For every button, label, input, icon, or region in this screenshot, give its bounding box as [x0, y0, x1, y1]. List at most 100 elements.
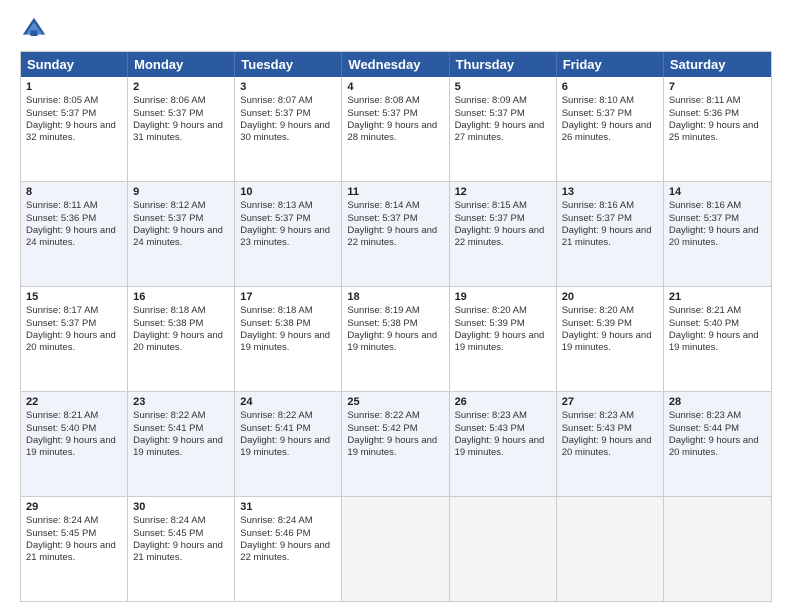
sunrise-text: Sunrise: 8:19 AM: [347, 305, 419, 316]
daylight-text: Daylight: 9 hours and 19 minutes.: [455, 330, 545, 353]
daylight-text: Daylight: 9 hours and 28 minutes.: [347, 120, 437, 143]
calendar-cell: 19 Sunrise: 8:20 AM Sunset: 5:39 PM Dayl…: [450, 287, 557, 391]
sunset-text: Sunset: 5:37 PM: [133, 108, 203, 119]
day-number: 23: [133, 395, 229, 409]
daylight-text: Daylight: 9 hours and 26 minutes.: [562, 120, 652, 143]
sunset-text: Sunset: 5:36 PM: [669, 108, 739, 119]
day-number: 13: [562, 185, 658, 199]
sunset-text: Sunset: 5:39 PM: [562, 318, 632, 329]
daylight-text: Daylight: 9 hours and 32 minutes.: [26, 120, 116, 143]
sunset-text: Sunset: 5:37 PM: [455, 108, 525, 119]
sunrise-text: Sunrise: 8:23 AM: [455, 410, 527, 421]
sunrise-text: Sunrise: 8:14 AM: [347, 200, 419, 211]
sunset-text: Sunset: 5:46 PM: [240, 528, 310, 539]
sunrise-text: Sunrise: 8:18 AM: [133, 305, 205, 316]
calendar-cell: 3 Sunrise: 8:07 AM Sunset: 5:37 PM Dayli…: [235, 77, 342, 181]
day-number: 8: [26, 185, 122, 199]
daylight-text: Daylight: 9 hours and 20 minutes.: [669, 435, 759, 458]
calendar-cell: 5 Sunrise: 8:09 AM Sunset: 5:37 PM Dayli…: [450, 77, 557, 181]
header-saturday: Saturday: [664, 52, 771, 77]
daylight-text: Daylight: 9 hours and 22 minutes.: [240, 540, 330, 563]
day-number: 26: [455, 395, 551, 409]
calendar-week-5: 29 Sunrise: 8:24 AM Sunset: 5:45 PM Dayl…: [21, 497, 771, 601]
sunrise-text: Sunrise: 8:23 AM: [669, 410, 741, 421]
daylight-text: Daylight: 9 hours and 30 minutes.: [240, 120, 330, 143]
calendar-week-4: 22 Sunrise: 8:21 AM Sunset: 5:40 PM Dayl…: [21, 392, 771, 497]
daylight-text: Daylight: 9 hours and 20 minutes.: [562, 435, 652, 458]
calendar-cell: 9 Sunrise: 8:12 AM Sunset: 5:37 PM Dayli…: [128, 182, 235, 286]
daylight-text: Daylight: 9 hours and 19 minutes.: [240, 330, 330, 353]
day-number: 1: [26, 80, 122, 94]
calendar-cell: [664, 497, 771, 601]
day-number: 15: [26, 290, 122, 304]
calendar-cell: [342, 497, 449, 601]
day-number: 25: [347, 395, 443, 409]
sunset-text: Sunset: 5:37 PM: [240, 213, 310, 224]
sunrise-text: Sunrise: 8:13 AM: [240, 200, 312, 211]
day-number: 30: [133, 500, 229, 514]
page-header: [20, 15, 772, 43]
sunrise-text: Sunrise: 8:16 AM: [669, 200, 741, 211]
sunset-text: Sunset: 5:43 PM: [562, 423, 632, 434]
day-number: 7: [669, 80, 766, 94]
calendar-cell: 16 Sunrise: 8:18 AM Sunset: 5:38 PM Dayl…: [128, 287, 235, 391]
sunset-text: Sunset: 5:41 PM: [240, 423, 310, 434]
calendar-cell: 13 Sunrise: 8:16 AM Sunset: 5:37 PM Dayl…: [557, 182, 664, 286]
calendar-cell: 28 Sunrise: 8:23 AM Sunset: 5:44 PM Dayl…: [664, 392, 771, 496]
daylight-text: Daylight: 9 hours and 19 minutes.: [562, 330, 652, 353]
sunrise-text: Sunrise: 8:23 AM: [562, 410, 634, 421]
calendar-week-1: 1 Sunrise: 8:05 AM Sunset: 5:37 PM Dayli…: [21, 77, 771, 182]
day-number: 3: [240, 80, 336, 94]
calendar-cell: 11 Sunrise: 8:14 AM Sunset: 5:37 PM Dayl…: [342, 182, 449, 286]
day-number: 18: [347, 290, 443, 304]
day-number: 29: [26, 500, 122, 514]
calendar-cell: 22 Sunrise: 8:21 AM Sunset: 5:40 PM Dayl…: [21, 392, 128, 496]
sunrise-text: Sunrise: 8:21 AM: [26, 410, 98, 421]
day-number: 31: [240, 500, 336, 514]
header-tuesday: Tuesday: [235, 52, 342, 77]
daylight-text: Daylight: 9 hours and 22 minutes.: [455, 225, 545, 248]
calendar-cell: 24 Sunrise: 8:22 AM Sunset: 5:41 PM Dayl…: [235, 392, 342, 496]
header-sunday: Sunday: [21, 52, 128, 77]
day-number: 19: [455, 290, 551, 304]
daylight-text: Daylight: 9 hours and 19 minutes.: [133, 435, 223, 458]
daylight-text: Daylight: 9 hours and 19 minutes.: [669, 330, 759, 353]
sunrise-text: Sunrise: 8:10 AM: [562, 95, 634, 106]
calendar-cell: 21 Sunrise: 8:21 AM Sunset: 5:40 PM Dayl…: [664, 287, 771, 391]
calendar-cell: 12 Sunrise: 8:15 AM Sunset: 5:37 PM Dayl…: [450, 182, 557, 286]
day-number: 11: [347, 185, 443, 199]
daylight-text: Daylight: 9 hours and 21 minutes.: [133, 540, 223, 563]
sunset-text: Sunset: 5:37 PM: [240, 108, 310, 119]
logo-icon: [20, 15, 48, 43]
daylight-text: Daylight: 9 hours and 19 minutes.: [455, 435, 545, 458]
sunrise-text: Sunrise: 8:21 AM: [669, 305, 741, 316]
sunset-text: Sunset: 5:38 PM: [240, 318, 310, 329]
daylight-text: Daylight: 9 hours and 21 minutes.: [562, 225, 652, 248]
sunset-text: Sunset: 5:40 PM: [26, 423, 96, 434]
sunset-text: Sunset: 5:38 PM: [347, 318, 417, 329]
calendar-cell: 2 Sunrise: 8:06 AM Sunset: 5:37 PM Dayli…: [128, 77, 235, 181]
sunset-text: Sunset: 5:37 PM: [26, 318, 96, 329]
calendar-cell: 17 Sunrise: 8:18 AM Sunset: 5:38 PM Dayl…: [235, 287, 342, 391]
sunset-text: Sunset: 5:37 PM: [562, 213, 632, 224]
day-number: 20: [562, 290, 658, 304]
sunrise-text: Sunrise: 8:17 AM: [26, 305, 98, 316]
calendar-body: 1 Sunrise: 8:05 AM Sunset: 5:37 PM Dayli…: [21, 77, 771, 601]
sunset-text: Sunset: 5:38 PM: [133, 318, 203, 329]
sunrise-text: Sunrise: 8:24 AM: [26, 515, 98, 526]
sunrise-text: Sunrise: 8:24 AM: [240, 515, 312, 526]
calendar-cell: 25 Sunrise: 8:22 AM Sunset: 5:42 PM Dayl…: [342, 392, 449, 496]
day-number: 22: [26, 395, 122, 409]
sunrise-text: Sunrise: 8:22 AM: [347, 410, 419, 421]
calendar-cell: 27 Sunrise: 8:23 AM Sunset: 5:43 PM Dayl…: [557, 392, 664, 496]
daylight-text: Daylight: 9 hours and 19 minutes.: [347, 330, 437, 353]
calendar-cell: 31 Sunrise: 8:24 AM Sunset: 5:46 PM Dayl…: [235, 497, 342, 601]
day-number: 12: [455, 185, 551, 199]
header-monday: Monday: [128, 52, 235, 77]
day-number: 5: [455, 80, 551, 94]
sunrise-text: Sunrise: 8:24 AM: [133, 515, 205, 526]
header-wednesday: Wednesday: [342, 52, 449, 77]
sunrise-text: Sunrise: 8:11 AM: [669, 95, 741, 106]
calendar-cell: 8 Sunrise: 8:11 AM Sunset: 5:36 PM Dayli…: [21, 182, 128, 286]
daylight-text: Daylight: 9 hours and 25 minutes.: [669, 120, 759, 143]
